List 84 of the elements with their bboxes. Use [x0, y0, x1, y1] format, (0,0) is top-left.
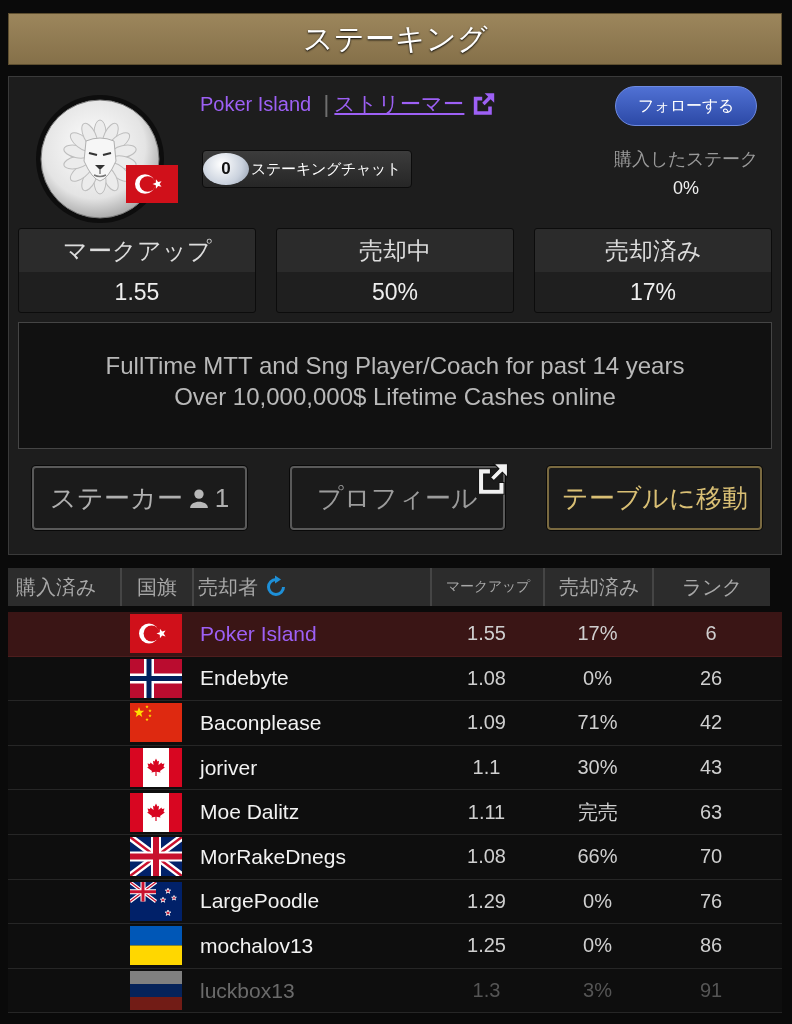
- turkish-flag-icon: [130, 614, 182, 654]
- markup-value: 1.3: [472, 979, 501, 1003]
- markup-value: 1.29: [467, 889, 506, 913]
- new-zealand-flag-icon: [130, 881, 182, 921]
- sold-value: 71%: [577, 711, 618, 735]
- markup-value: 1.09: [467, 711, 506, 735]
- sold-value: 完売: [577, 799, 618, 825]
- streamer-link[interactable]: ストリーマー: [334, 90, 465, 118]
- rank-value: 6: [705, 622, 717, 646]
- column-header[interactable]: 購入済み: [16, 573, 96, 601]
- refresh-icon[interactable]: [264, 575, 288, 599]
- british-flag-icon: [130, 837, 182, 877]
- table-row[interactable]: LargePoodle 1.29 0% 76: [8, 879, 782, 925]
- person-icon: [188, 488, 209, 508]
- norwegian-flag-icon: [130, 658, 182, 698]
- go-to-table-button[interactable]: テーブルに移動: [547, 466, 762, 530]
- markup-value: 1.08: [467, 666, 506, 690]
- rank-value: 26: [699, 666, 723, 690]
- seller-name: Poker Island: [200, 621, 317, 646]
- seller-name: MorRakeDnegs: [200, 844, 346, 869]
- table-row[interactable]: Endebyte 1.08 0% 26: [8, 656, 782, 702]
- canadian-flag-icon: [130, 792, 182, 832]
- player-name: Poker Island: [200, 92, 312, 116]
- stat-label: 売却中: [358, 236, 432, 266]
- column-header[interactable]: マークアップ: [445, 578, 530, 596]
- rank-value: 42: [699, 711, 723, 735]
- russian-flag-icon: [130, 971, 182, 1011]
- sold-value: 3%: [583, 979, 612, 1003]
- column-header[interactable]: 国旗: [137, 573, 177, 601]
- follow-button[interactable]: フォローする: [615, 86, 757, 126]
- rank-value: 86: [699, 934, 723, 958]
- external-link-icon[interactable]: [472, 92, 497, 116]
- stat-label: 売却済み: [603, 236, 703, 266]
- rank-value: 76: [699, 889, 723, 913]
- rank-value: 70: [699, 845, 723, 869]
- stat-value: 1.55: [113, 278, 161, 307]
- sold-value: 17%: [577, 622, 618, 646]
- stat-value: 50%: [370, 278, 419, 307]
- message-count: 0: [203, 153, 249, 185]
- table-row[interactable]: Moe Dalitz 1.11 完売 63: [8, 790, 782, 835]
- table-row[interactable]: luckbox13 1.3 3% 91: [8, 968, 782, 1014]
- rank-value: 91: [699, 979, 723, 1003]
- page-title: ステーキング: [302, 20, 488, 57]
- rank-value: 43: [699, 756, 723, 780]
- seller-name: mochalov13: [200, 933, 314, 958]
- table-row[interactable]: MorRakeDnegs 1.08 66% 70: [8, 834, 782, 880]
- sold-value: 66%: [577, 845, 618, 869]
- purchased-stake-label: 購入したステーク: [614, 148, 758, 171]
- seller-name: Baconplease: [200, 711, 322, 735]
- external-link-icon: [475, 462, 510, 496]
- table-row[interactable]: joriver 1.1 30% 43: [8, 745, 782, 791]
- column-header[interactable]: 売却者: [198, 573, 258, 601]
- staking-chat-button[interactable]: 0 ステーキングチャット: [202, 150, 412, 188]
- purchased-stake-value: 0%: [673, 178, 699, 199]
- stat-label: マークアップ: [61, 236, 213, 266]
- sold-value: 30%: [577, 756, 618, 780]
- stakers-button[interactable]: ステーカー 1: [32, 466, 247, 530]
- seller-name: LargePoodle: [200, 889, 320, 914]
- sold-value: 0%: [583, 666, 612, 690]
- seller-name: joriver: [200, 755, 258, 780]
- name-separator: |: [323, 90, 330, 118]
- seller-name: Endebyte: [200, 666, 289, 691]
- profile-button[interactable]: プロフィール: [289, 466, 505, 530]
- chinese-flag-icon: [130, 703, 182, 743]
- seller-name: Moe Dalitz: [200, 800, 300, 825]
- markup-value: 1.25: [467, 934, 506, 958]
- ukrainian-flag-icon: [130, 926, 182, 966]
- stat-value: 17%: [628, 278, 677, 307]
- turkish-flag-icon: [126, 165, 178, 203]
- sold-value: 0%: [583, 889, 612, 913]
- profile-description: FullTime MTT and Sng Player/Coach for past 14 years Over 10,000,000$ Lifetime Cashes online: [105, 350, 685, 412]
- markup-value: 1.1: [472, 756, 501, 780]
- markup-value: 1.08: [467, 845, 506, 869]
- rank-value: 63: [699, 800, 723, 824]
- column-header[interactable]: 売却済み: [558, 573, 639, 601]
- table-row[interactable]: Baconplease 1.09 71% 42: [8, 701, 782, 746]
- seller-name: luckbox13: [200, 978, 295, 1003]
- canadian-flag-icon: [130, 748, 182, 788]
- table-row[interactable]: mochalov13 1.25 0% 86: [8, 924, 782, 969]
- markup-value: 1.11: [467, 800, 506, 824]
- table-row[interactable]: Poker Island 1.55 17% 6: [8, 612, 782, 657]
- sold-value: 0%: [583, 934, 612, 958]
- column-header[interactable]: ランク: [682, 573, 742, 601]
- markup-value: 1.55: [467, 622, 506, 646]
